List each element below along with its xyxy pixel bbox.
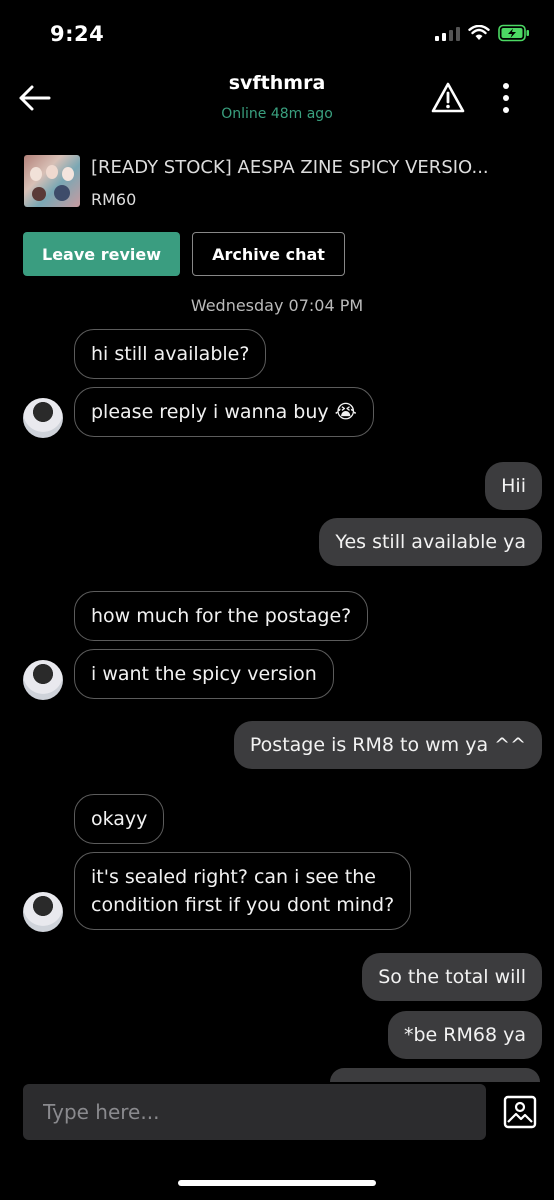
battery-charging-icon	[498, 24, 529, 42]
message-outgoing-partial	[330, 1068, 540, 1082]
archive-chat-button[interactable]: Archive chat	[192, 232, 345, 276]
leave-review-button[interactable]: Leave review	[23, 232, 180, 276]
message-incoming: hi still available?	[74, 329, 267, 379]
message-outgoing: Postage is RM8 to wm ya ^^	[233, 721, 542, 769]
message-incoming: please reply i wanna buy 😭	[74, 387, 374, 437]
product-title[interactable]: [READY STOCK] AESPA ZINE SPICY VERSIO...	[91, 157, 489, 178]
message-outgoing: *be RM68 ya	[388, 1011, 542, 1059]
wifi-icon	[468, 25, 490, 40]
product-thumbnail[interactable]	[24, 155, 80, 207]
message-incoming: i want the spicy version	[74, 649, 334, 699]
chat-username[interactable]: svfthmra	[0, 72, 554, 94]
cellular-signal-icon	[435, 25, 460, 41]
message-outgoing: So the total will	[362, 953, 542, 1001]
online-status: Online 48m ago	[221, 106, 333, 122]
avatar[interactable]	[23, 892, 63, 932]
message-input-container[interactable]	[23, 1084, 486, 1140]
message-line: condition first if you dont mind?	[91, 894, 395, 916]
more-vertical-icon[interactable]	[494, 80, 518, 116]
status-time: 9:24	[50, 22, 105, 46]
message-incoming: how much for the postage?	[74, 591, 369, 641]
home-indicator[interactable]	[178, 1180, 376, 1186]
status-icons	[435, 24, 530, 42]
avatar[interactable]	[23, 660, 63, 700]
date-divider: Wednesday 07:04 PM	[190, 296, 364, 315]
message-incoming: okayy	[74, 794, 165, 844]
avatar[interactable]	[23, 398, 63, 438]
warning-icon[interactable]	[430, 80, 466, 116]
message-outgoing: Hii	[485, 462, 542, 510]
message-input[interactable]	[41, 1099, 468, 1125]
message-outgoing: Yes still available ya	[319, 518, 542, 566]
message-line: it's sealed right? can i see the	[91, 866, 376, 888]
image-upload-icon[interactable]	[503, 1095, 537, 1129]
product-price: RM60	[91, 190, 137, 209]
message-incoming-multiline: it's sealed right? can i see the conditi…	[74, 852, 412, 930]
